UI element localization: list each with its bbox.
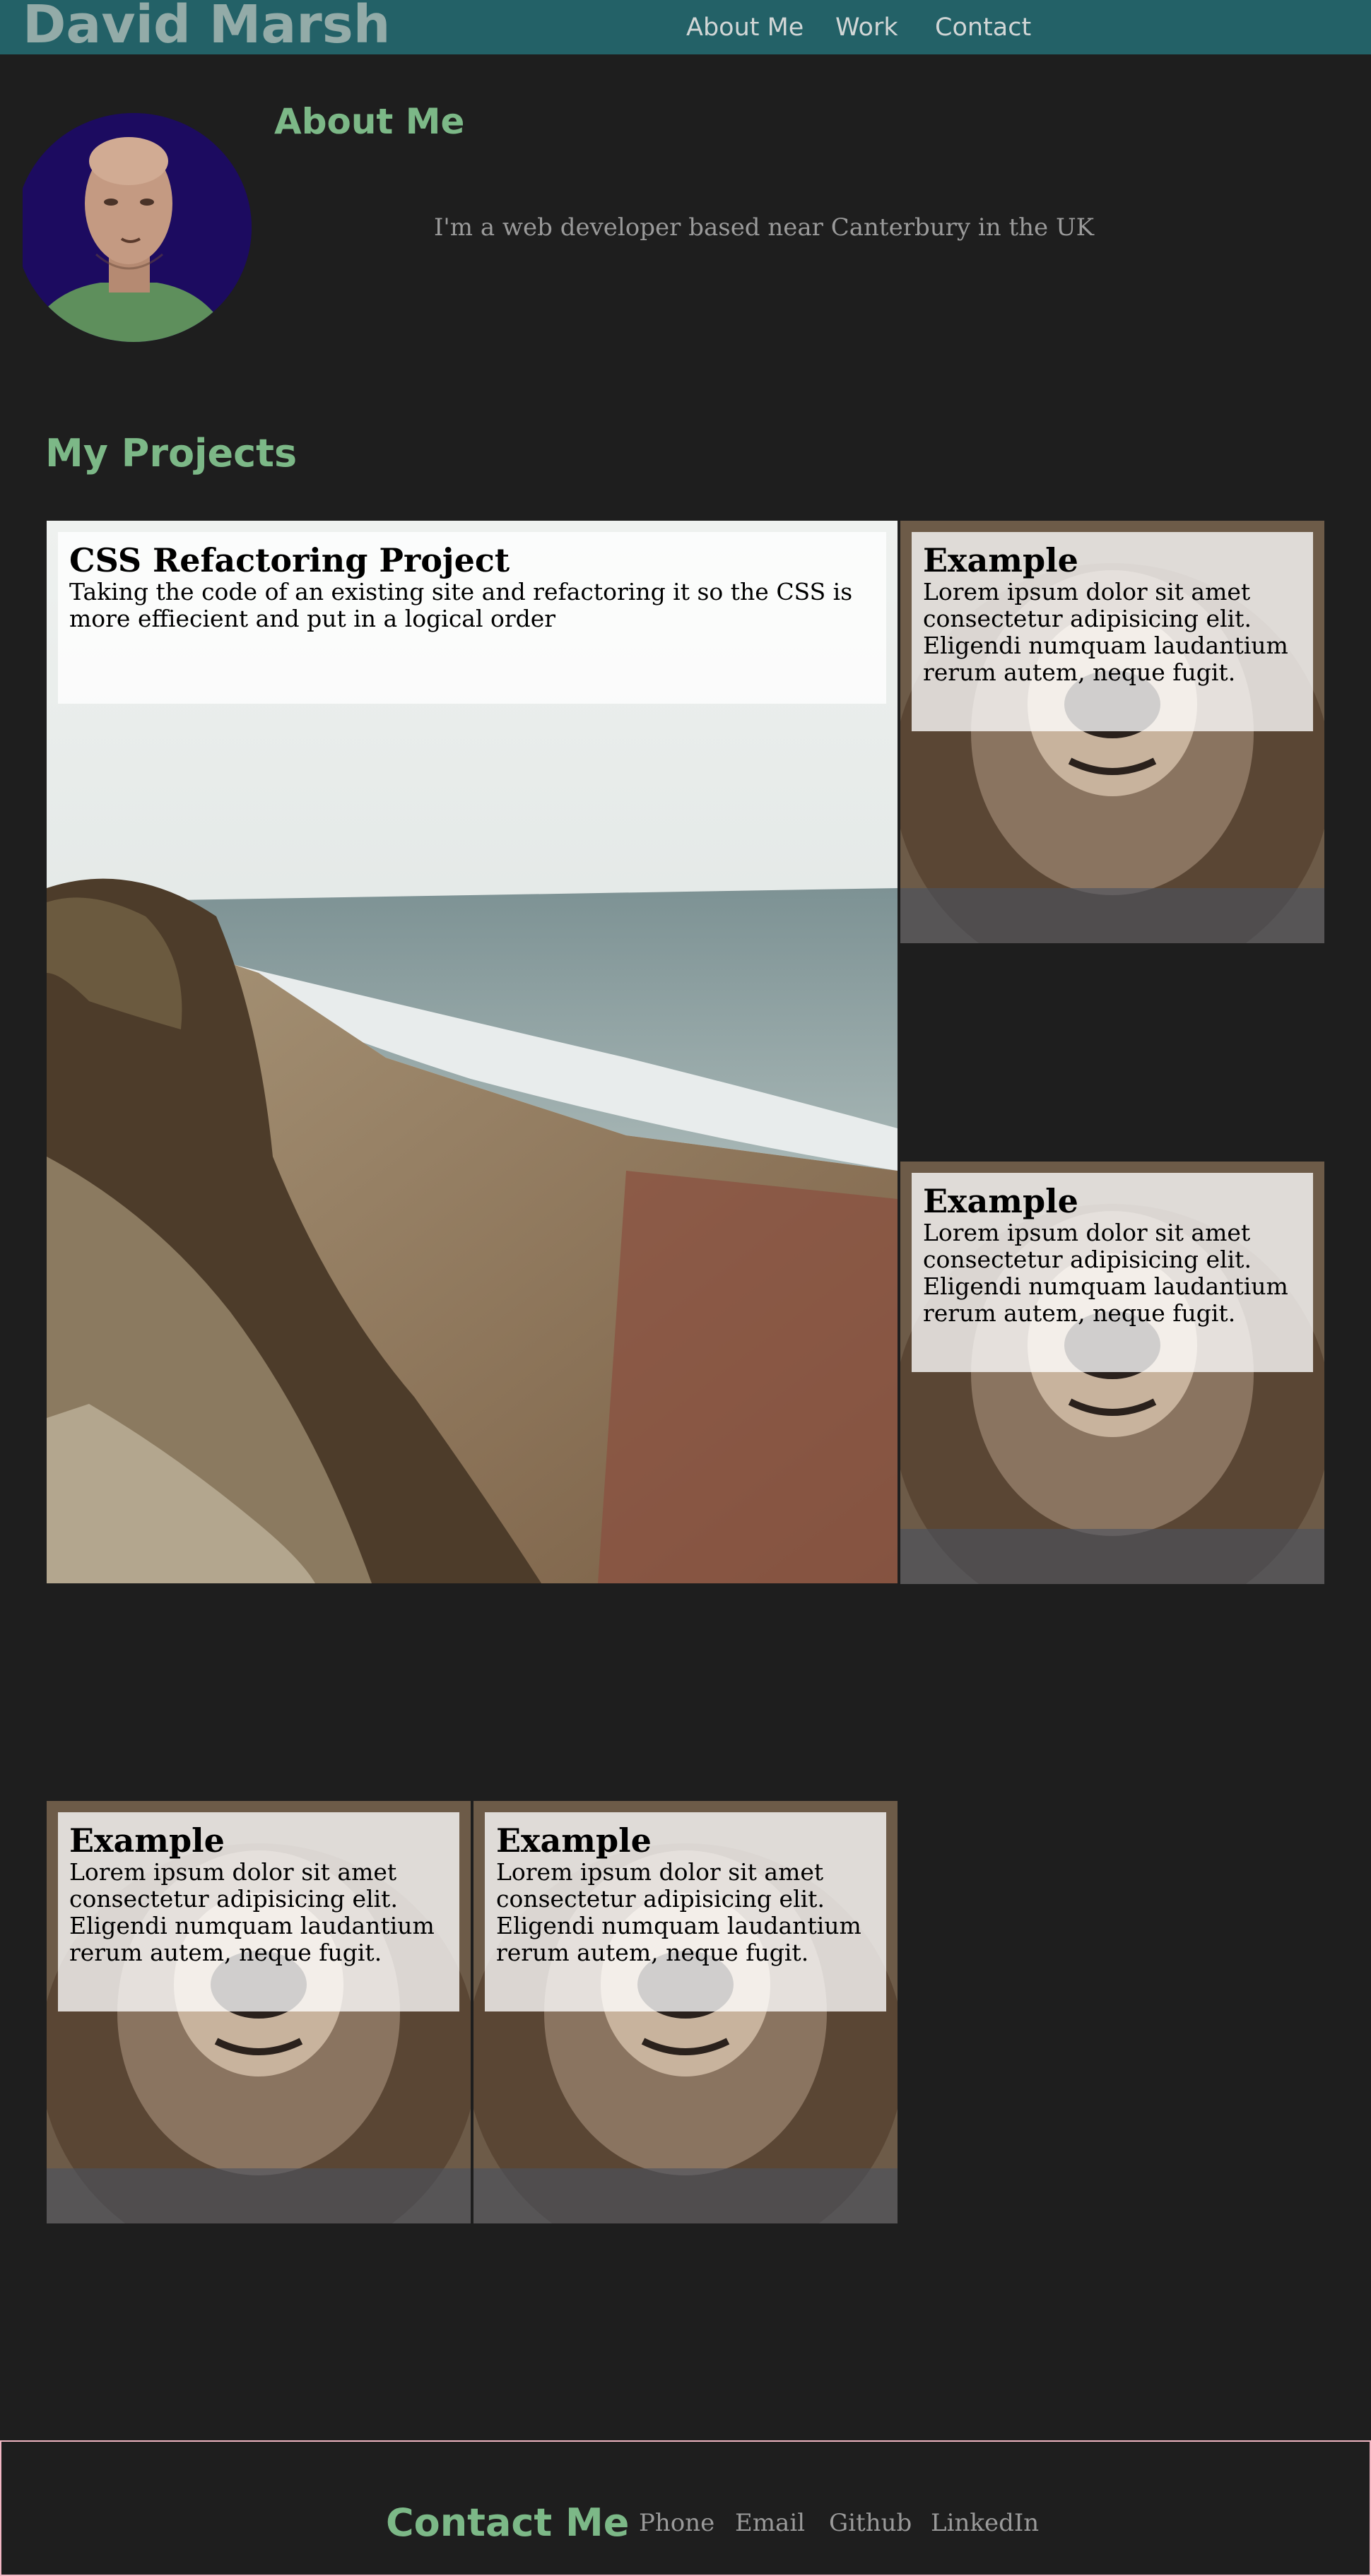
- contact-github-link[interactable]: Github: [829, 2507, 912, 2539]
- project-card-example[interactable]: Example Lorem ipsum dolor sit amet conse…: [473, 1801, 898, 2223]
- project-info: Example Lorem ipsum dolor sit amet conse…: [58, 1812, 459, 2011]
- contact-footer: Contact Me Phone Email Github LinkedIn: [0, 2440, 1371, 2576]
- nav-about-me-link[interactable]: About Me: [686, 10, 804, 45]
- project-description: Lorem ipsum dolor sit amet consectetur a…: [923, 1219, 1288, 1327]
- project-info: Example Lorem ipsum dolor sit amet conse…: [485, 1812, 886, 2011]
- nav-work-link[interactable]: Work: [835, 10, 898, 45]
- project-card-example[interactable]: Example Lorem ipsum dolor sit amet conse…: [900, 1162, 1324, 1584]
- project-description: Lorem ipsum dolor sit amet consectetur a…: [496, 1858, 861, 1966]
- project-info: CSS Refactoring Project Taking the code …: [58, 532, 886, 704]
- project-title: Example: [496, 1821, 652, 1860]
- project-card-example[interactable]: Example Lorem ipsum dolor sit amet conse…: [47, 1801, 471, 2223]
- project-card-css-refactoring[interactable]: CSS Refactoring Project Taking the code …: [47, 521, 898, 1583]
- project-info: Example Lorem ipsum dolor sit amet conse…: [912, 1173, 1313, 1372]
- about-title: About Me: [274, 101, 465, 142]
- contact-phone-link[interactable]: Phone: [639, 2507, 714, 2539]
- project-title: CSS Refactoring Project: [69, 541, 510, 579]
- project-title: Example: [69, 1821, 225, 1860]
- project-card-example[interactable]: Example Lorem ipsum dolor sit amet conse…: [900, 521, 1324, 943]
- contact-title: Contact Me: [386, 2500, 630, 2545]
- project-description: Taking the code of an existing site and …: [69, 578, 853, 632]
- project-title: Example: [923, 1182, 1078, 1220]
- project-info: Example Lorem ipsum dolor sit amet conse…: [912, 532, 1313, 731]
- project-description: Lorem ipsum dolor sit amet consectetur a…: [69, 1858, 435, 1966]
- site-header: David Marsh About Me Work Contact: [0, 0, 1371, 55]
- nav-contact-link[interactable]: Contact: [935, 10, 1031, 45]
- contact-linkedin-link[interactable]: LinkedIn: [931, 2507, 1039, 2539]
- contact-email-link[interactable]: Email: [735, 2507, 805, 2539]
- projects-title: My Projects: [45, 431, 298, 475]
- site-brand[interactable]: David Marsh: [23, 0, 391, 55]
- about-text: I'm a web developer based near Canterbur…: [434, 213, 1095, 242]
- profile-avatar: [23, 113, 252, 342]
- project-description: Lorem ipsum dolor sit amet consectetur a…: [923, 578, 1288, 686]
- project-title: Example: [923, 541, 1078, 579]
